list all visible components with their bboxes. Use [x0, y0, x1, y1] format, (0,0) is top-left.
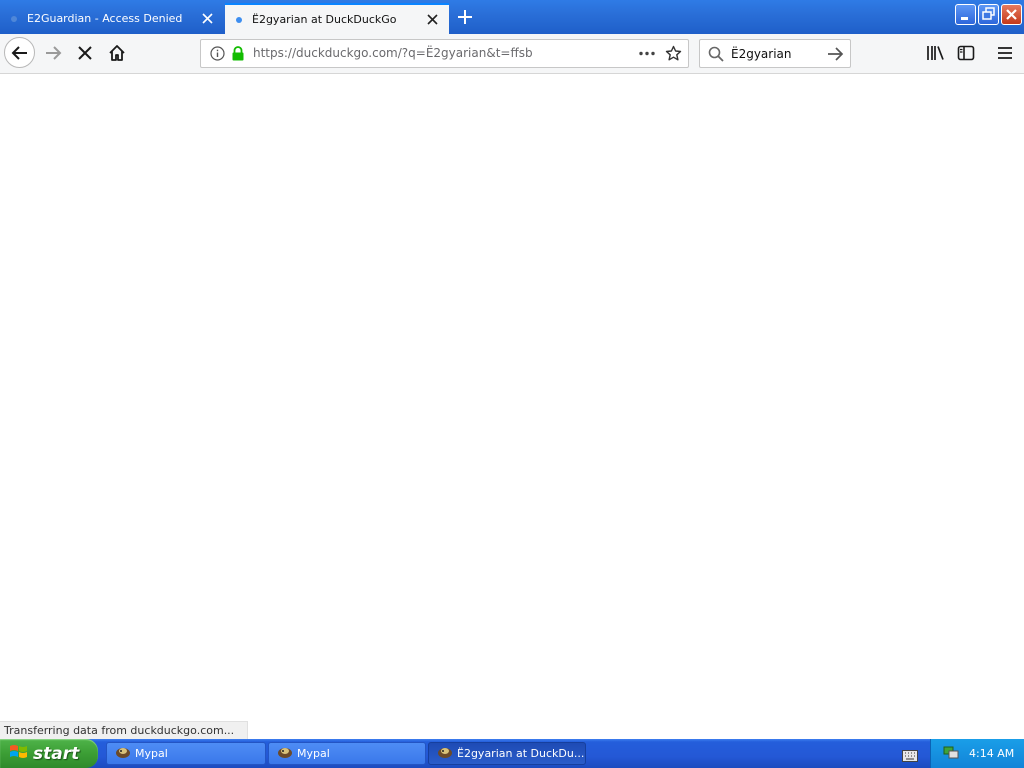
- network-icon[interactable]: [943, 744, 959, 764]
- sidebar-icon: [957, 45, 975, 61]
- arrow-right-icon[interactable]: [827, 46, 844, 66]
- taskbar-item-mypal[interactable]: Mypal: [106, 742, 266, 765]
- search-icon: [708, 46, 724, 66]
- minimize-icon: [961, 17, 968, 20]
- taskbar-item-mypal[interactable]: Mypal: [268, 742, 426, 765]
- stop-icon: [78, 46, 92, 60]
- clock[interactable]: 4:14 AM: [969, 747, 1014, 760]
- tab-title: E2Guardian - Access Denied: [27, 12, 183, 25]
- forward-button[interactable]: [38, 38, 68, 68]
- search-input[interactable]: Ë2gyarian: [731, 47, 792, 61]
- system-tray: 4:14 AM: [930, 739, 1024, 768]
- window-close-button[interactable]: [1001, 4, 1022, 25]
- taskbar-item-duckduckgo[interactable]: Ë2gyarian at DuckDu...: [428, 742, 586, 765]
- close-icon: [1006, 9, 1017, 20]
- tab-duckduckgo[interactable]: Ë2gyarian at DuckDuckGo: [225, 3, 449, 34]
- open-menu-button[interactable]: [990, 38, 1020, 68]
- window-minimize-button[interactable]: [955, 4, 976, 25]
- library-icon: [927, 46, 944, 60]
- taskbar: start Mypal Mypal Ë2gyarian at DuckDu...…: [0, 739, 1024, 768]
- forward-icon: [46, 46, 62, 60]
- lock-icon[interactable]: [231, 46, 245, 65]
- url-text[interactable]: https://duckduckgo.com/?q=Ë2gyarian&t=ff…: [253, 46, 533, 60]
- keyboard-icon[interactable]: [902, 747, 918, 766]
- stop-button[interactable]: [70, 38, 100, 68]
- more-icon[interactable]: [638, 46, 656, 65]
- sidebar-button[interactable]: [951, 38, 981, 68]
- new-tab-button[interactable]: [456, 8, 474, 26]
- plus-icon: [458, 10, 472, 24]
- taskbar-item-label: Ë2gyarian at DuckDu...: [457, 747, 585, 760]
- tab-e2guardian[interactable]: E2Guardian - Access Denied: [0, 3, 224, 34]
- bookmark-star-icon[interactable]: [665, 45, 682, 66]
- tab-title: Ë2gyarian at DuckDuckGo: [252, 13, 397, 26]
- tab-close-icon[interactable]: [425, 13, 439, 27]
- tab-strip: E2Guardian - Access Denied Ë2gyarian at …: [0, 0, 1024, 34]
- tab-favicon-icon: [236, 16, 242, 23]
- navigation-toolbar: https://duckduckgo.com/?q=Ë2gyarian&t=ff…: [0, 34, 1024, 74]
- start-label: start: [33, 743, 80, 764]
- hamburger-menu-icon: [998, 47, 1012, 59]
- url-bar[interactable]: https://duckduckgo.com/?q=Ë2gyarian&t=ff…: [200, 39, 689, 68]
- status-bar: Transferring data from duckduckgo.com...: [0, 721, 248, 739]
- restore-icon: [982, 7, 995, 20]
- search-bar[interactable]: Ë2gyarian: [699, 39, 851, 68]
- taskbar-item-label: Mypal: [135, 747, 168, 760]
- window-restore-button[interactable]: [978, 4, 999, 25]
- back-icon: [11, 45, 27, 60]
- info-icon[interactable]: [210, 46, 225, 65]
- mypal-app-icon: [277, 745, 293, 762]
- home-button[interactable]: [102, 38, 132, 68]
- windows-logo-icon: [9, 743, 29, 765]
- mypal-app-icon: [115, 745, 131, 762]
- mypal-app-icon: [437, 745, 453, 762]
- back-button[interactable]: [4, 37, 35, 68]
- start-button[interactable]: start: [0, 739, 98, 768]
- taskbar-item-label: Mypal: [297, 747, 330, 760]
- tab-favicon-icon: [11, 15, 17, 22]
- library-button[interactable]: [920, 38, 950, 68]
- tab-close-icon[interactable]: [200, 12, 214, 26]
- home-icon: [109, 45, 125, 61]
- page-content: [0, 74, 1024, 738]
